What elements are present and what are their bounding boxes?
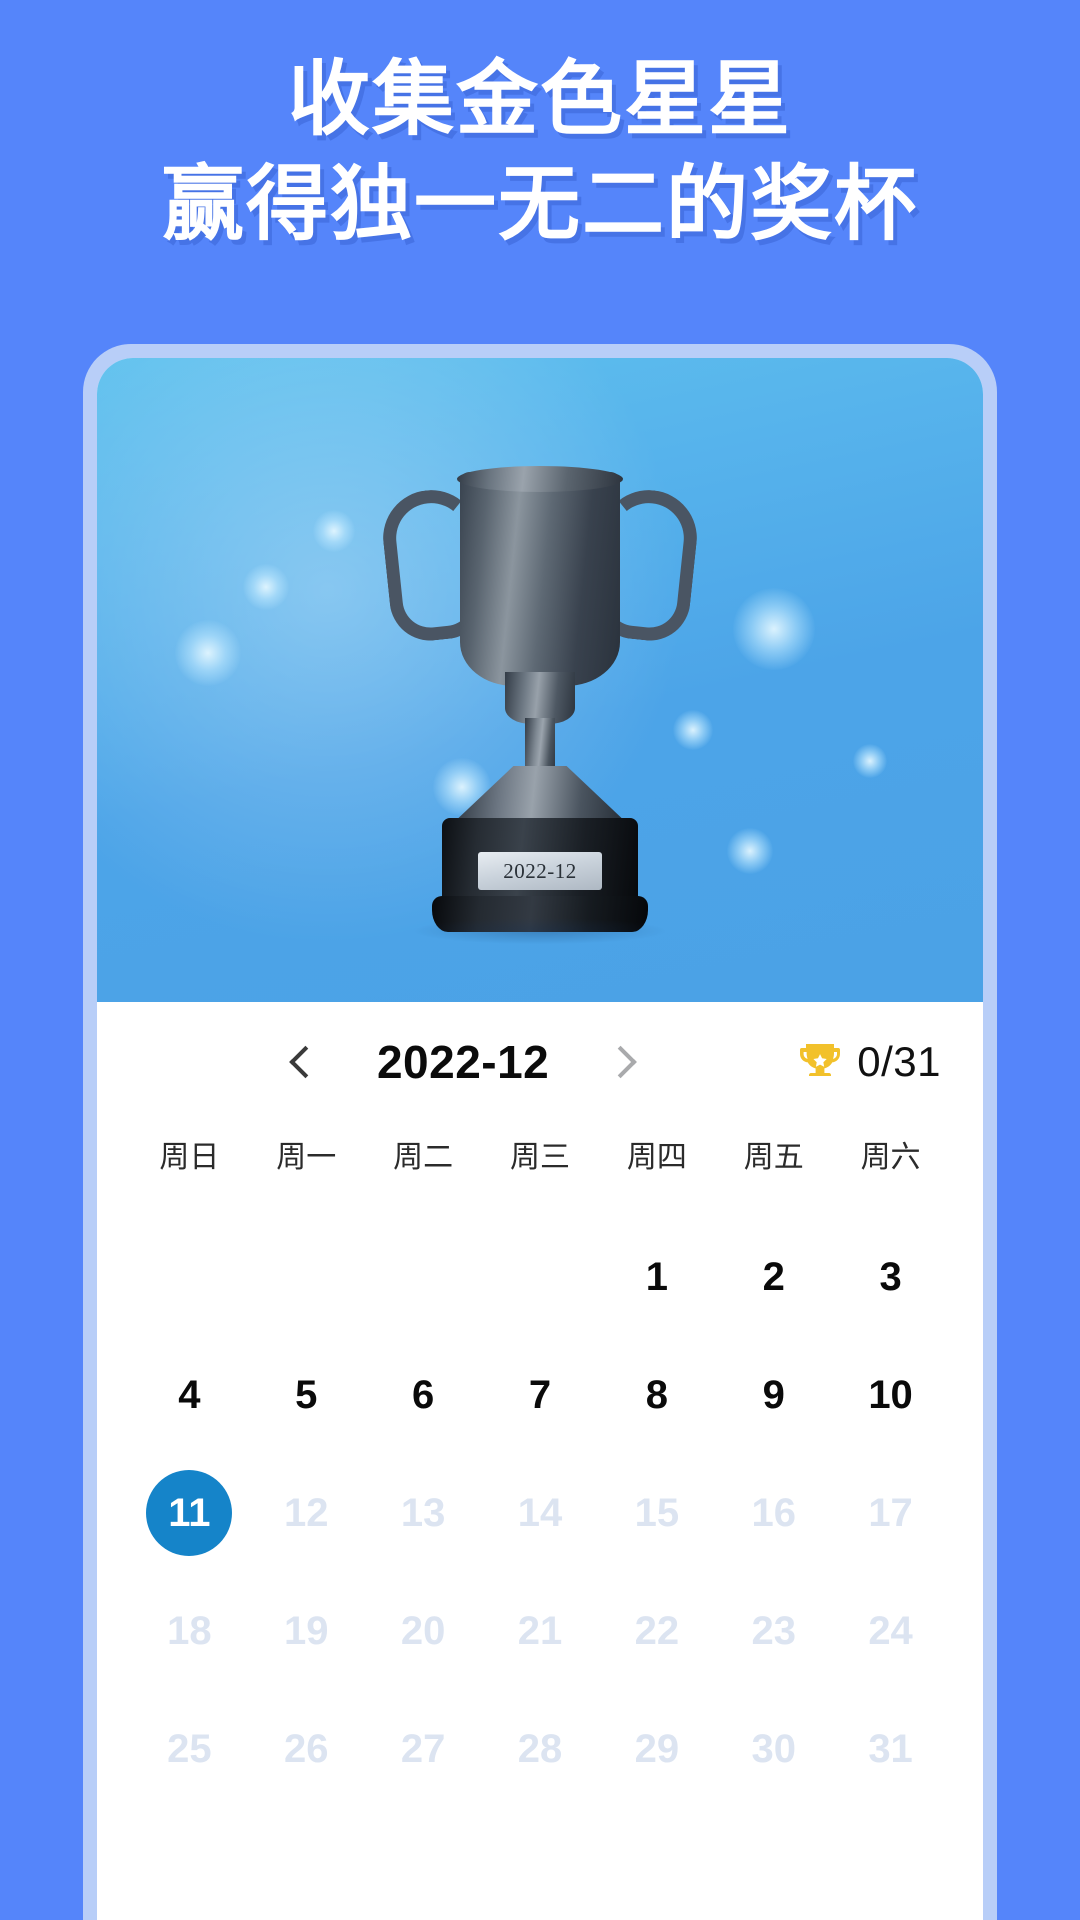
calendar-day-25: 25 xyxy=(167,1726,212,1771)
calendar-day-11[interactable]: 11 xyxy=(131,1454,248,1572)
calendar-day-19: 19 xyxy=(284,1608,329,1653)
weekday-label: 周日 xyxy=(159,1141,220,1174)
calendar-day-24: 24 xyxy=(868,1608,913,1653)
calendar-panel: 2022-12 0/31 周日 周一 周二 周三 周四 周五 周六 1 2 3 … xyxy=(97,1002,983,1808)
calendar-header: 2022-12 0/31 xyxy=(131,1002,949,1122)
calendar-day-6[interactable]: 6 xyxy=(365,1336,482,1454)
calendar-day-3[interactable]: 3 xyxy=(832,1218,949,1336)
trophy-rim xyxy=(457,466,623,492)
trophy-shadow xyxy=(415,918,665,944)
trophy-icon: 2022-12 xyxy=(378,466,702,956)
trophy-neck xyxy=(505,672,575,724)
calendar-day-10[interactable]: 10 xyxy=(832,1336,949,1454)
trophy-nameplate: 2022-12 xyxy=(478,852,602,890)
page-headline: 收集金色星星 赢得独一无二的奖杯 xyxy=(0,48,1080,258)
calendar-day-2[interactable]: 2 xyxy=(715,1218,832,1336)
trophy-score: 0/31 xyxy=(795,1038,949,1086)
calendar-day-30: 30 xyxy=(751,1726,796,1771)
calendar-day-23: 23 xyxy=(751,1608,796,1653)
calendar-day-20: 20 xyxy=(400,1608,446,1653)
calendar-day-8[interactable]: 8 xyxy=(598,1336,715,1454)
weekday-label: 周二 xyxy=(393,1141,454,1174)
sparkle-glow xyxy=(733,588,815,670)
chevron-right-icon[interactable] xyxy=(609,1047,639,1077)
calendar-day-14: 14 xyxy=(517,1490,563,1535)
calendar-weekday-row: 周日 周一 周二 周三 周四 周五 周六 xyxy=(131,1132,949,1176)
phone-screen: 2022-12 2022-12 0/31 周日 周一 周二 周三 周四 周五 周… xyxy=(97,358,983,1920)
trophy-hero-section: 2022-12 xyxy=(97,358,983,1002)
weekday-label: 周一 xyxy=(276,1141,337,1174)
calendar-day-7[interactable]: 7 xyxy=(482,1336,599,1454)
sparkle-glow xyxy=(727,828,773,874)
calendar-day-9[interactable]: 9 xyxy=(715,1336,832,1454)
trophy-cup xyxy=(460,472,620,686)
calendar-day-21: 21 xyxy=(517,1608,563,1653)
sparkle-glow xyxy=(243,564,289,610)
calendar-day-29: 29 xyxy=(634,1726,680,1771)
calendar-day-15: 15 xyxy=(634,1490,680,1535)
calendar-day-grid: 1 2 3 4 5 6 7 8 9 10 11 12 13 14 15 16 17 18 19 20 21 22 23 24 2… xyxy=(131,1218,949,1808)
calendar-day-26: 26 xyxy=(284,1726,329,1771)
calendar-day-12: 12 xyxy=(284,1490,329,1535)
calendar-day-selected[interactable]: 11 xyxy=(146,1470,233,1556)
calendar-month-title: 2022-12 xyxy=(376,1036,550,1088)
headline-line-2: 赢得独一无二的奖杯 xyxy=(161,158,918,250)
calendar-month-nav: 2022-12 xyxy=(131,1035,795,1089)
weekday-label: 周三 xyxy=(509,1141,570,1174)
calendar-day-28: 28 xyxy=(517,1726,563,1771)
calendar-day-5[interactable]: 5 xyxy=(248,1336,365,1454)
weekday-label: 周六 xyxy=(860,1141,921,1174)
calendar-day-22: 22 xyxy=(634,1608,680,1653)
trophy-score-text: 0/31 xyxy=(857,1038,941,1085)
weekday-label: 周四 xyxy=(626,1141,687,1174)
calendar-day-16: 16 xyxy=(751,1490,796,1535)
sparkle-glow xyxy=(853,744,887,778)
chevron-left-icon[interactable] xyxy=(287,1047,317,1077)
trophy-star-icon xyxy=(800,1044,841,1076)
phone-mockup-card: 2022-12 2022-12 0/31 周日 周一 周二 周三 周四 周五 周… xyxy=(83,344,997,1920)
headline-line-1: 收集金色星星 xyxy=(287,54,792,145)
sparkle-glow xyxy=(175,620,241,686)
calendar-day-4[interactable]: 4 xyxy=(131,1336,248,1454)
calendar-day-18: 18 xyxy=(167,1608,212,1653)
weekday-label: 周五 xyxy=(743,1141,804,1174)
sparkle-glow xyxy=(313,510,355,552)
calendar-day-27: 27 xyxy=(400,1726,446,1771)
calendar-day-17: 17 xyxy=(868,1490,913,1535)
calendar-day-31: 31 xyxy=(868,1726,913,1771)
calendar-day-1[interactable]: 1 xyxy=(598,1218,715,1336)
calendar-day-13: 13 xyxy=(400,1490,446,1535)
